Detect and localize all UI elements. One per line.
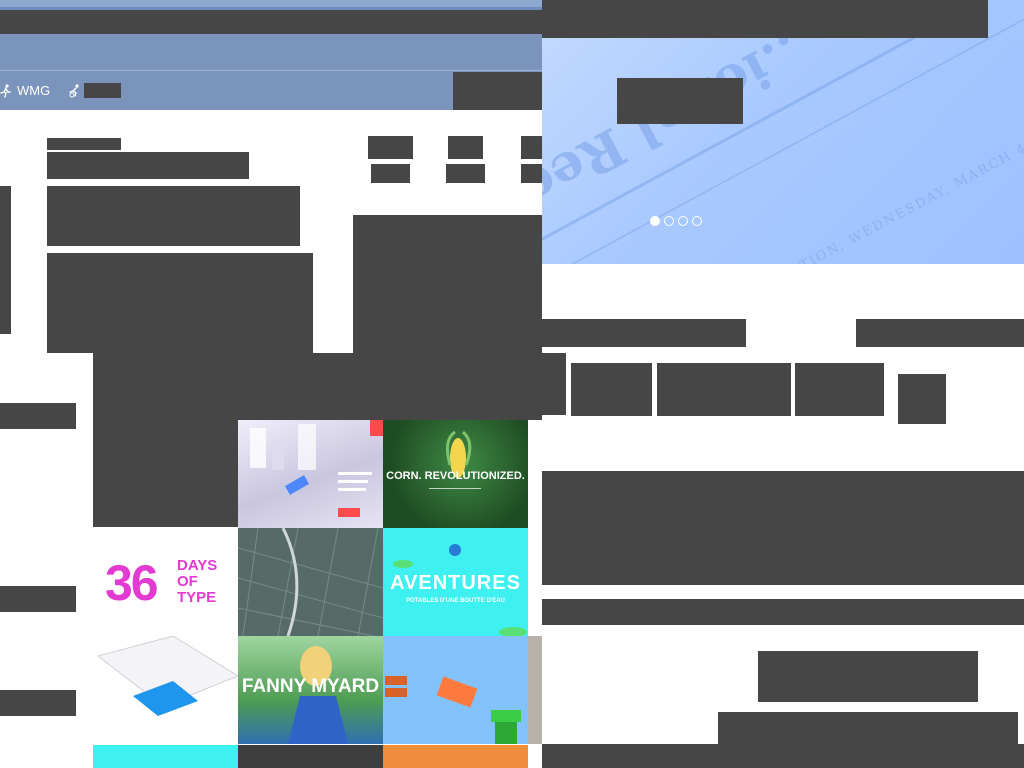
redacted-headline [47, 152, 249, 179]
redacted-button[interactable] [758, 651, 978, 702]
redacted-sidebar-item[interactable] [0, 403, 76, 429]
redacted-side-panel [353, 215, 542, 353]
redacted-tab-value [371, 164, 410, 183]
carousel-dot-4[interactable] [692, 216, 702, 226]
redacted-card[interactable] [898, 374, 946, 424]
redacted-hero-button[interactable] [617, 78, 743, 124]
nav-item-sport[interactable] [68, 83, 121, 98]
redacted-tab[interactable] [448, 136, 483, 159]
redacted-card[interactable] [571, 363, 652, 416]
carousel-dots [650, 216, 702, 226]
street-map-artwork [238, 528, 383, 636]
redacted-tab-value [446, 164, 485, 183]
redacted-gallery-tile[interactable] [93, 420, 238, 527]
carousel-dot-2[interactable] [664, 216, 674, 226]
redacted-nav-label [84, 83, 121, 98]
carousel-dot-3[interactable] [678, 216, 688, 226]
redacted-sidebar-item[interactable] [0, 690, 76, 716]
mario-tile[interactable] [383, 636, 528, 744]
isometric-tile[interactable] [93, 636, 238, 744]
mario-artwork [385, 676, 521, 744]
bottom-tile[interactable] [383, 745, 528, 768]
redacted-section-heading [542, 319, 746, 347]
redacted-tab-value [521, 164, 542, 183]
city-3d-artwork [250, 420, 383, 517]
corn-tile[interactable]: CORN. REVOLUTIONIZED. [383, 420, 528, 528]
engraved-paper-image: ...ional Record ...TION, WEDNESDAY, MARC… [542, 0, 1024, 264]
nav-divider [0, 70, 542, 71]
redacted-gallery-header [93, 353, 542, 420]
redacted-sidebar-item[interactable] [0, 586, 76, 612]
pedestrian-icon [0, 83, 11, 98]
cropped-tile[interactable] [528, 420, 542, 528]
fanny-myard-title: FANNY MYARD [241, 676, 380, 697]
corn-caption: CORN. REVOLUTIONIZED. [386, 470, 525, 482]
carousel-dot-1[interactable] [650, 216, 660, 226]
redacted-hero-header [542, 0, 988, 38]
redacted-content-block [542, 471, 1024, 585]
redacted-tab[interactable] [368, 136, 413, 159]
redacted-article-body [47, 253, 313, 353]
aventures-subtitle: POTABLES D'UNE BOUTTE D'EAU [406, 598, 505, 604]
type-number: 36 [105, 555, 159, 611]
engraved-title: ...ional Record [542, 13, 828, 264]
redacted-top-bar [0, 10, 542, 34]
redacted-section-link[interactable] [856, 319, 1024, 347]
redacted-content-line [542, 599, 1024, 625]
aventures-title: AVENTURES [390, 572, 521, 594]
engraved-date: ...TION, WEDNESDAY, MARCH 4, 2020 [781, 116, 1024, 264]
bottom-tile[interactable] [93, 745, 238, 768]
isometric-artwork [96, 636, 238, 716]
36-days-of-type-tile[interactable]: 36 DAYS OF TYPE [93, 528, 238, 636]
redacted-subheadline [47, 186, 300, 246]
city-3d-tile[interactable] [238, 420, 383, 528]
aventures-tile[interactable]: AVENTURES POTABLES D'UNE BOUTTE D'EAU [383, 528, 528, 636]
redacted-tab[interactable] [521, 136, 542, 159]
redacted-card[interactable] [657, 363, 791, 416]
redacted-left-edge [0, 186, 11, 334]
nav-item-label: WMG [17, 83, 51, 98]
cropped-tile[interactable] [528, 636, 542, 744]
bottom-tile[interactable] [238, 745, 383, 768]
fanny-myard-tile[interactable]: FANNY MYARD [238, 636, 383, 744]
nav-item-wmg[interactable]: WMG [0, 83, 50, 98]
redacted-card[interactable] [795, 363, 884, 416]
redacted-kicker [47, 138, 121, 150]
redacted-nav-button[interactable] [453, 72, 542, 110]
street-map-tile[interactable] [238, 528, 383, 636]
hero-banner: ...ional Record ...TION, WEDNESDAY, MARC… [542, 0, 1024, 264]
redacted-card[interactable] [542, 353, 566, 415]
redacted-footer-line [718, 712, 1018, 746]
cyclist-icon [69, 83, 79, 97]
type-words: DAYS OF TYPE [177, 557, 218, 606]
redacted-footer [542, 744, 1024, 768]
